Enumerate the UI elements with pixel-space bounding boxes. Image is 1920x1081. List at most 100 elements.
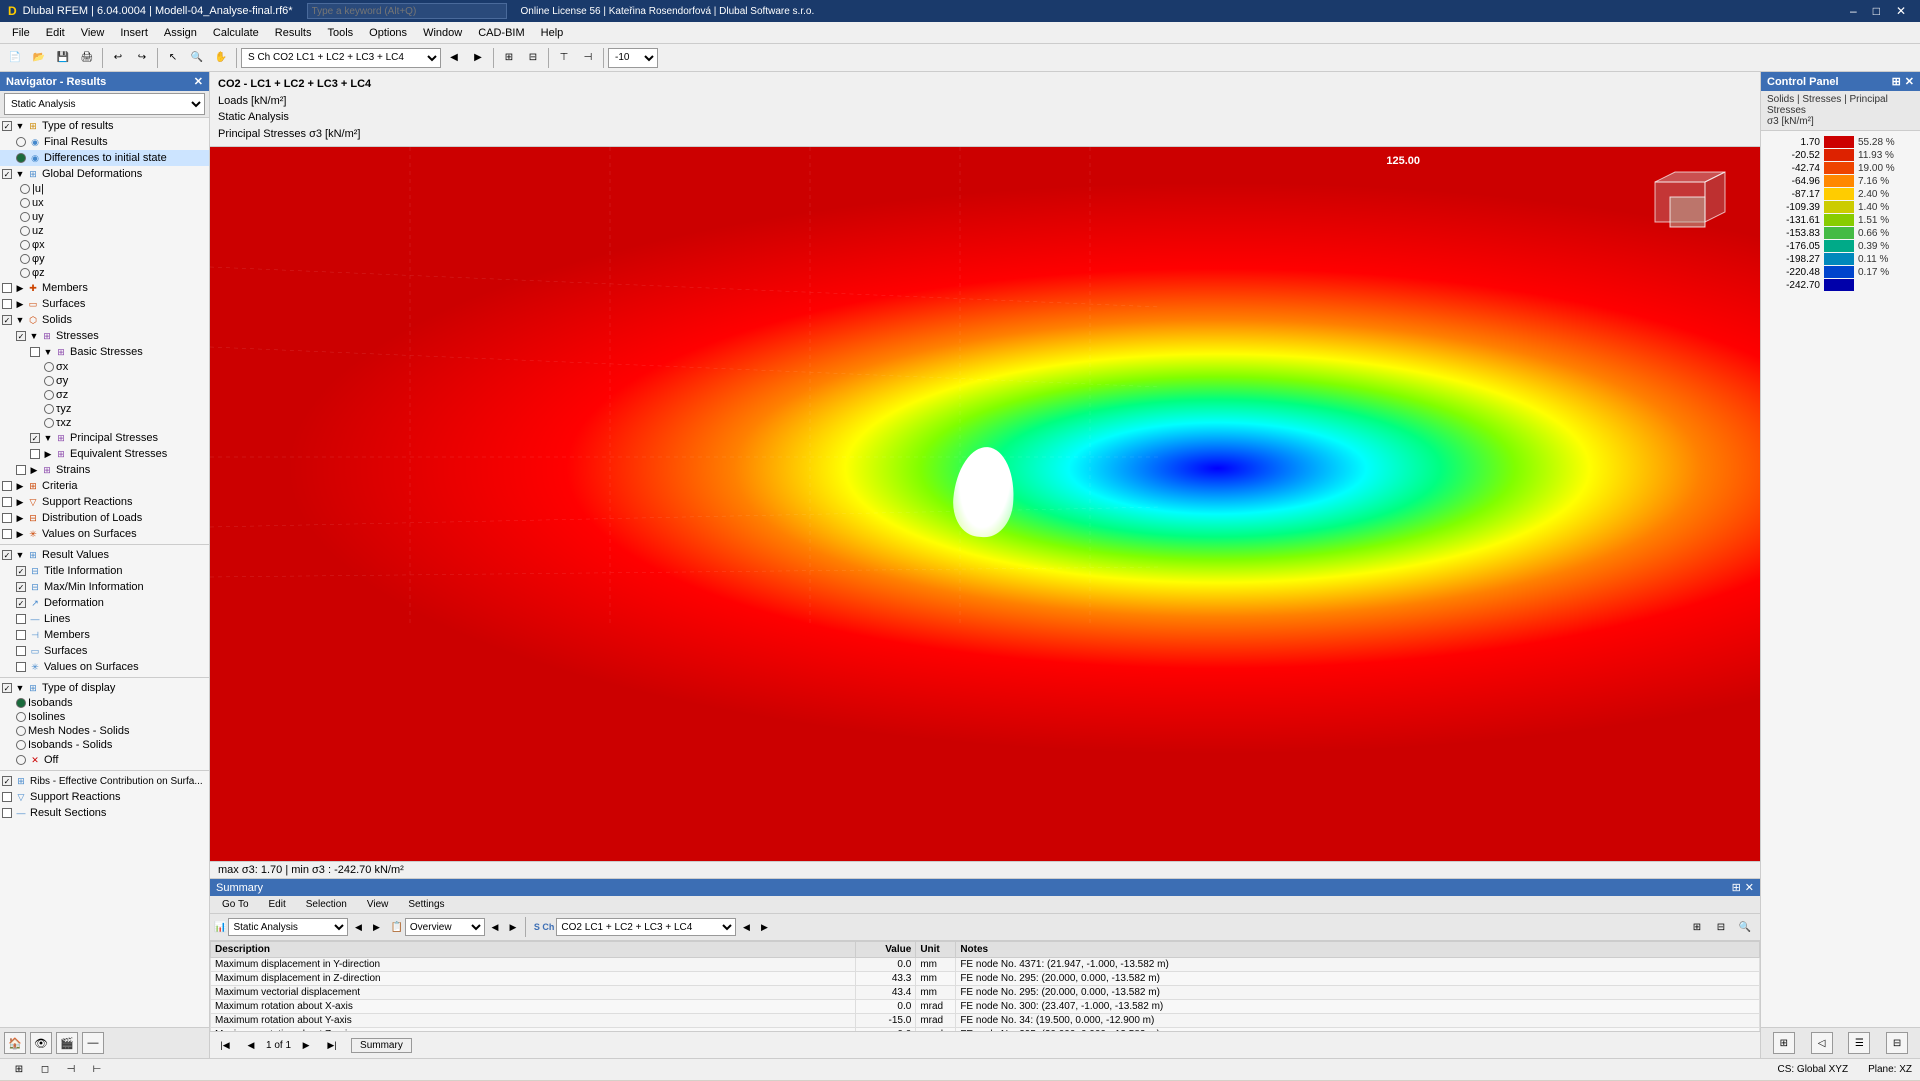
radio-tauyz[interactable]	[44, 404, 54, 414]
toolbar-save[interactable]: 💾	[52, 47, 74, 69]
table-row[interactable]: Maximum rotation about X-axis 0.0 mrad F…	[211, 1000, 1760, 1014]
analysis-prev[interactable]: ◀	[350, 919, 366, 935]
toolbar-prev-combo[interactable]: ◀	[443, 47, 465, 69]
radio-ux[interactable]	[20, 198, 30, 208]
toolbar-view-top[interactable]: ⊤	[553, 47, 575, 69]
toolbar-wireframe[interactable]: ⊟	[522, 47, 544, 69]
tree-stresses[interactable]: ✓ ▼ ⊞ Stresses	[0, 328, 209, 344]
radio-isolines[interactable]	[16, 712, 26, 722]
toolbar-redo[interactable]: ↪	[131, 47, 153, 69]
check-type-display[interactable]: ✓	[2, 683, 12, 693]
tree-ribs[interactable]: ✓ ⊞ Ribs - Effective Contribution on Sur…	[0, 773, 209, 789]
expand-criteria[interactable]: ▶	[14, 481, 26, 492]
cp-btn-1[interactable]: ⊞	[1773, 1032, 1795, 1054]
radio-phix[interactable]	[20, 240, 30, 250]
expand-type-of-results[interactable]: ▼	[14, 121, 26, 131]
toolbar-undo[interactable]: ↩	[107, 47, 129, 69]
radio-sigz[interactable]	[44, 390, 54, 400]
summary-tab-btn[interactable]: Summary	[351, 1038, 412, 1053]
tree-uy[interactable]: uy	[0, 210, 209, 224]
combo-select[interactable]: CO2 LC1 + LC2 + LC3 + LC4	[556, 918, 736, 936]
tree-strains[interactable]: ▶ ⊞ Strains	[0, 462, 209, 478]
page-last[interactable]: ▶|	[321, 1034, 343, 1056]
summary-close-icon[interactable]: ✕	[1745, 881, 1754, 894]
tree-mesh-nodes-solids[interactable]: Mesh Nodes - Solids	[0, 724, 209, 738]
tree-phiy[interactable]: φy	[0, 252, 209, 266]
radio-phiy[interactable]	[20, 254, 30, 264]
tree-result-sections[interactable]: — Result Sections	[0, 805, 209, 821]
expand-strains[interactable]: ▶	[28, 465, 40, 476]
radio-off[interactable]	[16, 755, 26, 765]
tree-criteria[interactable]: ▶ ⊞ Criteria	[0, 478, 209, 494]
page-next[interactable]: ▶	[295, 1034, 317, 1056]
cp-close-icon[interactable]: ✕	[1905, 75, 1914, 88]
sum-tool-2[interactable]: ⊟	[1710, 916, 1732, 938]
tree-isobands-solids[interactable]: Isobands - Solids	[0, 738, 209, 752]
tab-edit[interactable]: Edit	[261, 898, 294, 911]
check-global-def[interactable]: ✓	[2, 169, 12, 179]
tree-equivalent[interactable]: ▶ ⊞ Equivalent Stresses	[0, 446, 209, 462]
check-lines-result[interactable]	[16, 614, 26, 624]
expand-distribution[interactable]: ▶	[14, 513, 26, 524]
table-row[interactable]: Maximum displacement in Z-direction 43.3…	[211, 972, 1760, 986]
table-row[interactable]: Maximum displacement in Y-direction 0.0 …	[211, 958, 1760, 972]
tree-members-result[interactable]: ⊣ Members	[0, 627, 209, 643]
sum-tool-3[interactable]: 🔍	[1734, 916, 1756, 938]
tree-support-reactions[interactable]: ▶ ▽ Support Reactions	[0, 494, 209, 510]
radio-differences[interactable]	[16, 153, 26, 163]
toolbar-select[interactable]: ↖	[162, 47, 184, 69]
check-title-info[interactable]: ✓	[16, 566, 26, 576]
menu-window[interactable]: Window	[415, 25, 470, 41]
tree-u[interactable]: |u|	[0, 182, 209, 196]
search-input[interactable]	[307, 3, 507, 19]
nav-bottom-btn-3[interactable]: 🎬	[56, 1032, 78, 1054]
summary-expand-icon[interactable]: ⊞	[1732, 881, 1741, 894]
check-result-values[interactable]: ✓	[2, 550, 12, 560]
tree-sigz[interactable]: σz	[0, 388, 209, 402]
check-basic-stresses[interactable]	[30, 347, 40, 357]
nav-bottom-btn-2[interactable]: 👁	[30, 1032, 52, 1054]
tree-isolines[interactable]: Isolines	[0, 710, 209, 724]
toolbar-zoom[interactable]: 🔍	[186, 47, 208, 69]
tab-view[interactable]: View	[359, 898, 397, 911]
tree-support-bottom[interactable]: ▽ Support Reactions	[0, 789, 209, 805]
navigator-close-icon[interactable]: ✕	[194, 75, 203, 88]
combo-prev[interactable]: ◀	[738, 919, 754, 935]
tree-final-results[interactable]: ◉ Final Results	[0, 134, 209, 150]
expand-principal[interactable]: ▼	[42, 433, 54, 443]
viewport-3d[interactable]: 125.00	[210, 147, 1760, 861]
menu-options[interactable]: Options	[361, 25, 415, 41]
overview-select[interactable]: Overview	[405, 918, 485, 936]
check-stresses[interactable]: ✓	[16, 331, 26, 341]
check-support-bottom[interactable]	[2, 792, 12, 802]
cp-btn-3[interactable]: ☰	[1848, 1032, 1870, 1054]
page-first[interactable]: |◀	[214, 1034, 236, 1056]
check-result-sections[interactable]	[2, 808, 12, 818]
nav-bottom-btn-4[interactable]: —	[82, 1032, 104, 1054]
tree-solids[interactable]: ✓ ▼ ⬡ Solids	[0, 312, 209, 328]
table-row[interactable]: Maximum vectorial displacement 43.4 mm F…	[211, 986, 1760, 1000]
toolbar-pan[interactable]: ✋	[210, 47, 232, 69]
analysis-select[interactable]: Static Analysis	[228, 918, 348, 936]
tree-type-of-results[interactable]: ✓ ▼ ⊞ Type of results	[0, 118, 209, 134]
check-surfaces-result[interactable]	[16, 646, 26, 656]
tab-goto[interactable]: Go To	[214, 898, 257, 911]
tree-surfaces[interactable]: ▶ ▭ Surfaces	[0, 296, 209, 312]
toolbar-new[interactable]: 📄	[4, 47, 26, 69]
expand-solids[interactable]: ▼	[14, 315, 26, 325]
sum-tool-1[interactable]: ⊞	[1686, 916, 1708, 938]
menu-tools[interactable]: Tools	[319, 25, 361, 41]
expand-type-display[interactable]: ▼	[14, 683, 26, 693]
tree-values-surfaces[interactable]: ▶ ✳ Values on Surfaces	[0, 526, 209, 542]
tree-title-info[interactable]: ✓ ⊟ Title Information	[0, 563, 209, 579]
radio-tauxz[interactable]	[44, 418, 54, 428]
status-btn-1[interactable]: ⊞	[8, 1059, 30, 1081]
cp-btn-4[interactable]: ⊟	[1886, 1032, 1908, 1054]
menu-file[interactable]: File	[4, 25, 38, 41]
tree-uz[interactable]: uz	[0, 224, 209, 238]
check-distribution[interactable]	[2, 513, 12, 523]
expand-surfaces[interactable]: ▶	[14, 299, 26, 310]
expand-global-def[interactable]: ▼	[14, 169, 26, 179]
check-support[interactable]	[2, 497, 12, 507]
check-members-result[interactable]	[16, 630, 26, 640]
